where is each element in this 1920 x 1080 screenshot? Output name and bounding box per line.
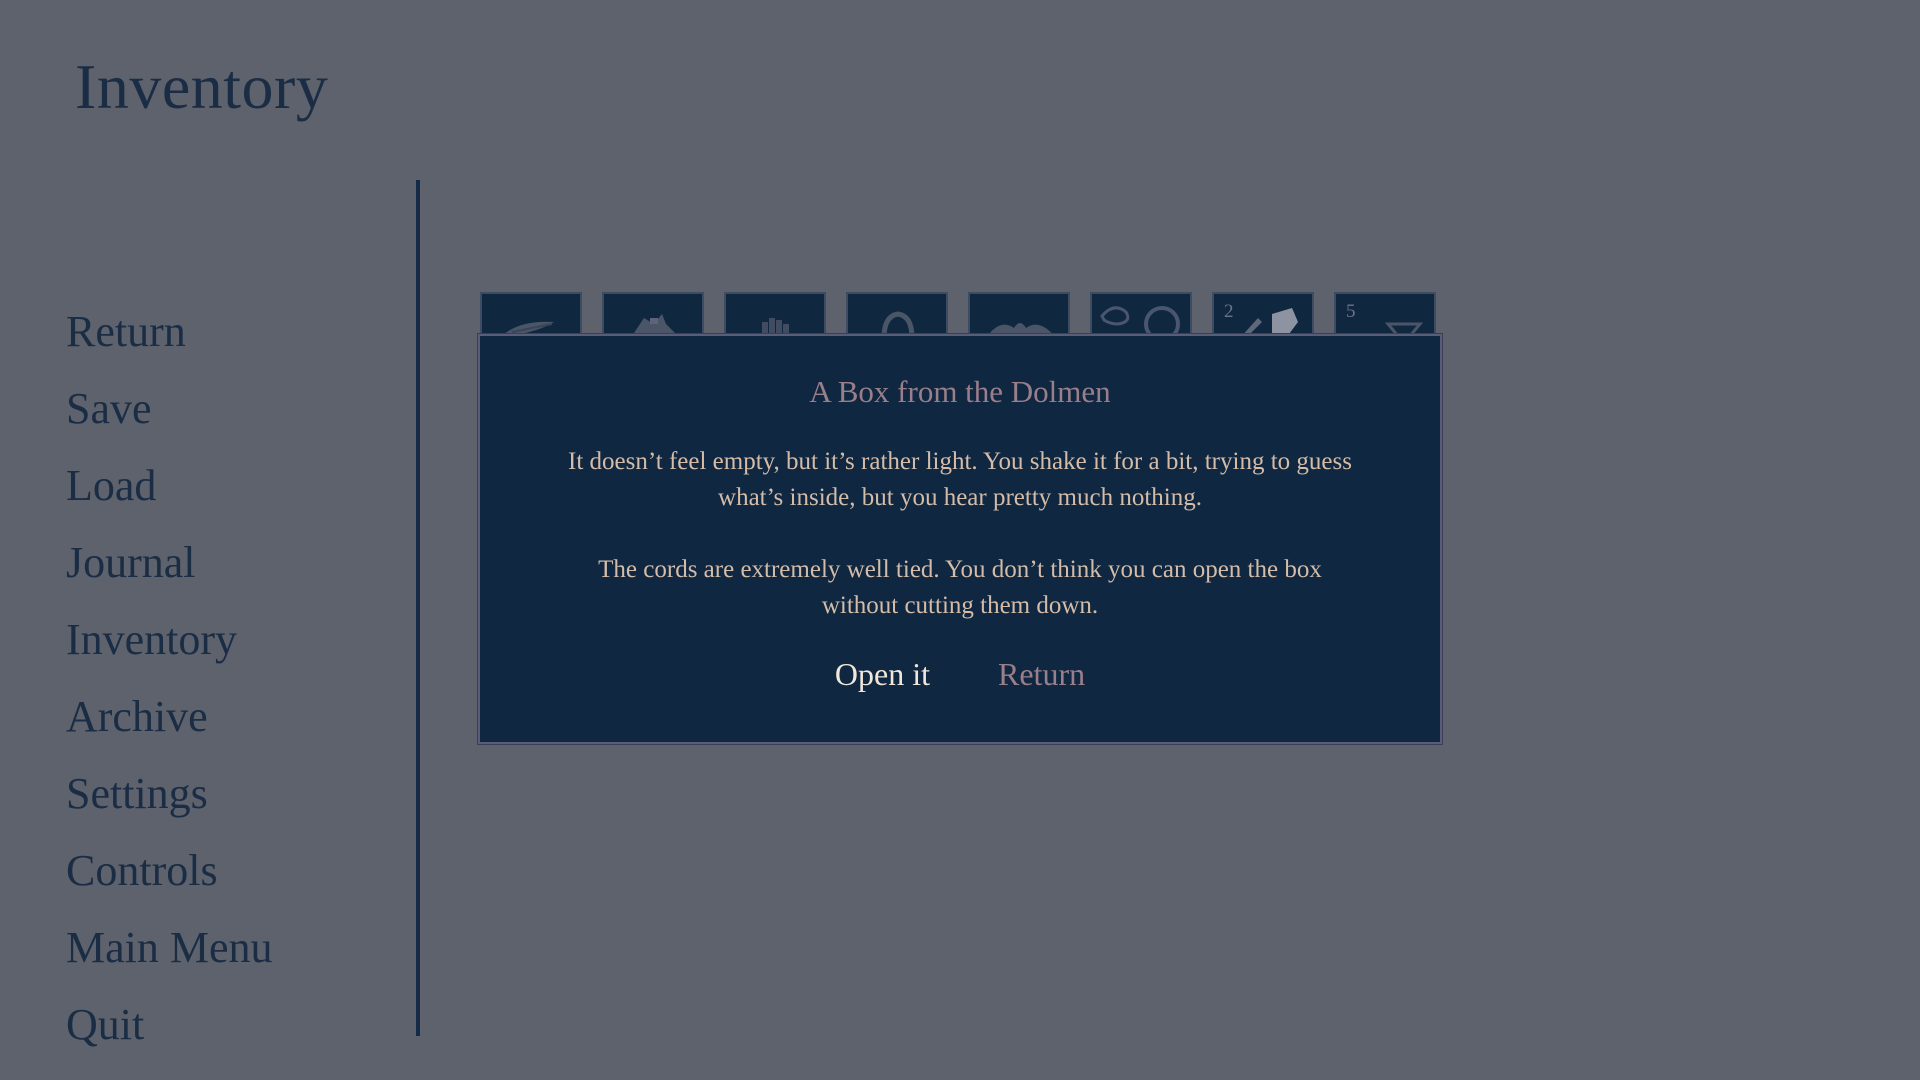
nav-item-journal[interactable]: Journal (66, 531, 273, 608)
page-title: Inventory (75, 51, 329, 122)
dialog-actions: Open it Return (480, 656, 1440, 693)
nav-item-inventory[interactable]: Inventory (66, 608, 273, 685)
gem-icon (1384, 322, 1424, 338)
moustache-icon (986, 323, 1056, 338)
return-button[interactable]: Return (998, 656, 1085, 693)
knife-and-stone-icon (1240, 308, 1298, 338)
feather-icon (504, 321, 554, 336)
inventory-slots: 2 5 (480, 292, 1436, 338)
main-menu-nav: Return Save Load Journal Inventory Archi… (66, 300, 273, 1070)
inventory-slot[interactable] (480, 292, 582, 338)
dialog-hint: The cords are extremely well tied. You d… (510, 552, 1410, 624)
inventory-slot[interactable]: 2 (1212, 292, 1314, 338)
inventory-slot[interactable]: 5 (1334, 292, 1436, 338)
description-line: It doesn’t feel empty, but it’s rather l… (568, 448, 1352, 475)
inventory-screen: Inventory Return Save Load Journal Inven… (0, 0, 1920, 1080)
nav-item-main-menu[interactable]: Main Menu (66, 916, 273, 993)
menu-divider (416, 180, 420, 1036)
description-line: what’s inside, but you hear pretty much … (718, 484, 1202, 511)
item-dialog: A Box from the Dolmen It doesn’t feel em… (477, 333, 1443, 745)
hint-line: without cutting them down. (821, 592, 1099, 619)
nav-item-settings[interactable]: Settings (66, 762, 273, 839)
inventory-slot[interactable] (602, 292, 704, 338)
nav-item-controls[interactable]: Controls (66, 839, 273, 916)
bell-icon (881, 311, 915, 338)
nav-item-quit[interactable]: Quit (66, 993, 273, 1070)
dialog-description: It doesn’t feel empty, but it’s rather l… (510, 444, 1410, 516)
nav-item-load[interactable]: Load (66, 454, 273, 531)
hint-line: The cords are extremely well tied. You d… (598, 556, 1322, 583)
dialog-title: A Box from the Dolmen (809, 374, 1111, 409)
nav-item-return[interactable]: Return (66, 300, 273, 377)
rings-icon (1100, 306, 1180, 338)
nav-item-save[interactable]: Save (66, 377, 273, 454)
bird-icon (632, 314, 678, 336)
inventory-slot[interactable] (846, 292, 948, 338)
inventory-slot[interactable] (968, 292, 1070, 338)
hand-icon (762, 318, 789, 336)
open-it-button[interactable]: Open it (835, 656, 930, 693)
inventory-slot[interactable] (724, 292, 826, 338)
nav-item-archive[interactable]: Archive (66, 685, 273, 762)
inventory-slot[interactable] (1090, 292, 1192, 338)
